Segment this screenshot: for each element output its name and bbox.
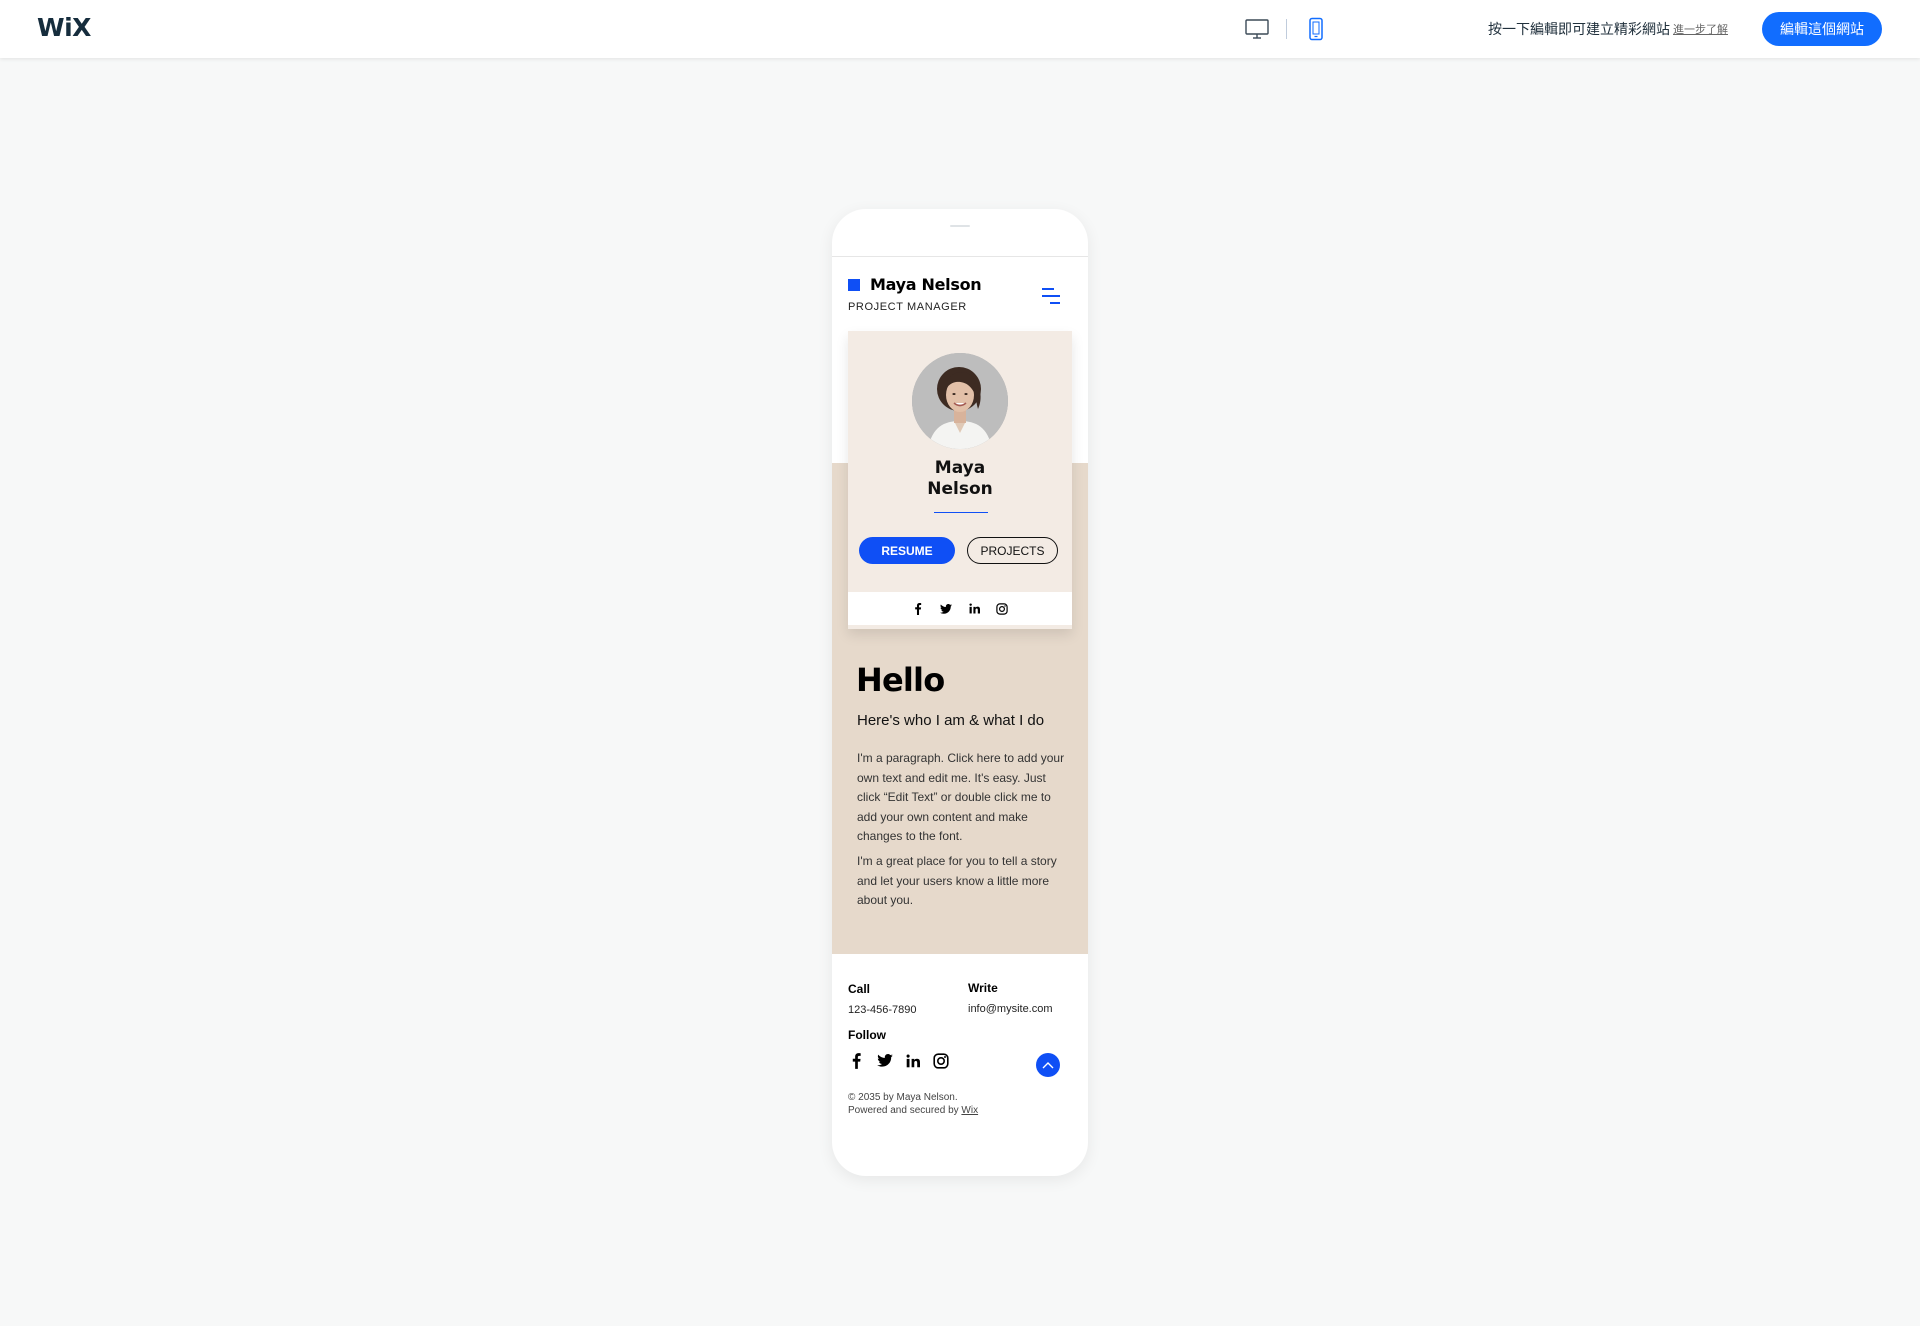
call-label: Call — [848, 982, 871, 996]
device-toggle — [1240, 14, 1333, 44]
profile-name-last: Nelson — [927, 479, 993, 499]
phone-top-divider — [832, 256, 1088, 257]
wix-logo[interactable]: WiX — [37, 13, 91, 42]
mobile-view-icon[interactable] — [1299, 14, 1333, 44]
projects-button[interactable]: PROJECTS — [967, 537, 1058, 564]
back-to-top-button[interactable] — [1036, 1053, 1060, 1077]
profile-avatar — [912, 353, 1008, 449]
desktop-view-icon[interactable] — [1240, 14, 1274, 44]
profile-name-first: Maya — [934, 458, 986, 478]
instagram-icon[interactable] — [996, 602, 1009, 615]
copyright-line-1: © 2035 by Maya Nelson. — [848, 1092, 958, 1103]
linkedin-icon[interactable] — [968, 602, 981, 615]
profile-name: Maya Nelson — [848, 458, 1072, 500]
twitter-icon[interactable] — [940, 602, 953, 615]
footer-social-bar — [848, 1052, 949, 1069]
follow-label: Follow — [848, 1028, 886, 1042]
write-label: Write — [968, 981, 998, 995]
contact-call: Call 123-456-7890 — [848, 982, 917, 1016]
profile-card: Maya Nelson RESUME PROJECTS — [848, 331, 1072, 629]
twitter-icon[interactable] — [876, 1052, 893, 1069]
about-subtitle: Here's who I am & what I do — [857, 712, 1045, 729]
copyright-text: © 2035 by Maya Nelson. Powered and secur… — [848, 1091, 1048, 1117]
site-content[interactable]: Maya Nelson PROJECT MANAGER Maya Nelson … — [832, 261, 1088, 1121]
profile-social-bar — [848, 592, 1072, 625]
hamburger-menu-icon[interactable] — [1040, 287, 1064, 305]
device-divider — [1286, 19, 1287, 39]
resume-button[interactable]: RESUME — [859, 537, 955, 564]
promo-text: 按一下編輯即可建立精彩網站 — [1488, 21, 1670, 37]
linkedin-icon[interactable] — [904, 1052, 921, 1069]
about-paragraph-2: I'm a great place for you to tell a stor… — [857, 854, 1057, 907]
copyright-line-2: Powered and secured by Wix — [848, 1104, 1048, 1117]
name-underline-divider — [934, 512, 988, 513]
learn-more-link[interactable]: 進一步了解 — [1673, 21, 1728, 37]
write-email[interactable]: info@mysite.com — [968, 1003, 1053, 1015]
contact-write: Write info@mysite.com — [968, 981, 1053, 1015]
site-title[interactable]: Maya Nelson — [870, 275, 982, 294]
mobile-preview-frame: Maya Nelson PROJECT MANAGER Maya Nelson … — [832, 209, 1088, 1176]
about-title: Hello — [856, 661, 945, 699]
call-phone-number[interactable]: 123-456-7890 — [848, 1004, 917, 1016]
about-paragraph-1: I'm a paragraph. Click here to add your … — [857, 751, 1065, 843]
site-subtitle: PROJECT MANAGER — [848, 301, 967, 313]
chevron-up-icon — [1042, 1056, 1054, 1074]
wix-link[interactable]: Wix — [961, 1105, 978, 1116]
instagram-icon[interactable] — [932, 1052, 949, 1069]
phone-notch — [950, 225, 970, 227]
site-header: Maya Nelson PROJECT MANAGER — [832, 261, 1088, 331]
powered-by-text: Powered and secured by — [848, 1105, 962, 1116]
edit-site-button[interactable]: 編輯這個網站 — [1762, 12, 1882, 46]
brand-square-icon — [848, 279, 860, 291]
facebook-icon[interactable] — [848, 1052, 865, 1069]
editor-top-bar: WiX 按一下編輯即可建立精彩網站 進一步了解 編輯這個網站 — [0, 0, 1920, 58]
facebook-icon[interactable] — [912, 602, 925, 615]
